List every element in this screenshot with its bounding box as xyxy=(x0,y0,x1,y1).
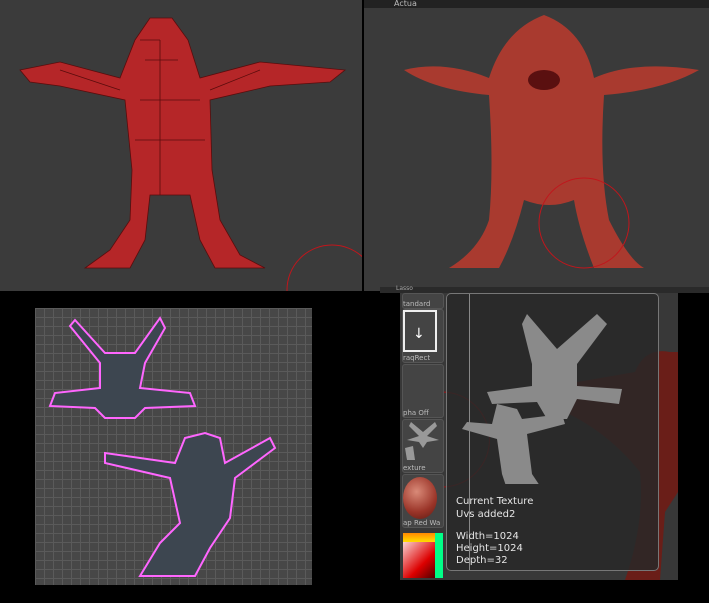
texture-thumbnail xyxy=(405,422,439,460)
material-sphere xyxy=(403,477,437,519)
lasso-label: Lasso xyxy=(396,285,413,292)
lowres-model xyxy=(19,17,378,336)
smooth-model xyxy=(404,15,699,269)
uv-grid[interactable] xyxy=(35,308,312,585)
tray-material[interactable]: ap Red Wa xyxy=(402,474,444,528)
color-picker[interactable] xyxy=(403,533,443,578)
tray-label: tandard xyxy=(403,300,431,308)
tray-label: ap Red Wa xyxy=(403,519,441,527)
tray-texture[interactable]: exture xyxy=(402,419,444,473)
tray-alpha-off[interactable]: pha Off xyxy=(402,364,444,418)
top-toolbar-strip: Actua xyxy=(364,0,709,8)
tray-label: exture xyxy=(403,464,426,472)
top-label: Actua xyxy=(394,0,417,8)
tray-brush-standard[interactable]: tandard xyxy=(402,293,444,309)
arrow-down-icon: ↓ xyxy=(403,310,437,352)
uv-texture-preview xyxy=(462,314,622,484)
texture-depth: Depth=32 xyxy=(456,555,508,566)
texture-name: Uvs added2 xyxy=(456,509,516,520)
viewport-smooth-model[interactable]: Actua xyxy=(364,0,709,291)
viewport-lowres-model[interactable] xyxy=(0,0,378,336)
texture-width: Width=1024 xyxy=(456,531,519,542)
texture-popup: Current Texture Uvs added2 Width=1024 He… xyxy=(446,293,659,571)
texture-height: Height=1024 xyxy=(456,543,523,554)
uv-islands xyxy=(48,316,277,577)
tray-label: raqRect xyxy=(403,354,431,362)
brush-circle xyxy=(286,244,378,336)
texture-title: Current Texture xyxy=(456,496,534,507)
tray-stroke-dragrect[interactable]: ↓ raqRect xyxy=(402,309,444,363)
tray-label: pha Off xyxy=(403,409,429,417)
